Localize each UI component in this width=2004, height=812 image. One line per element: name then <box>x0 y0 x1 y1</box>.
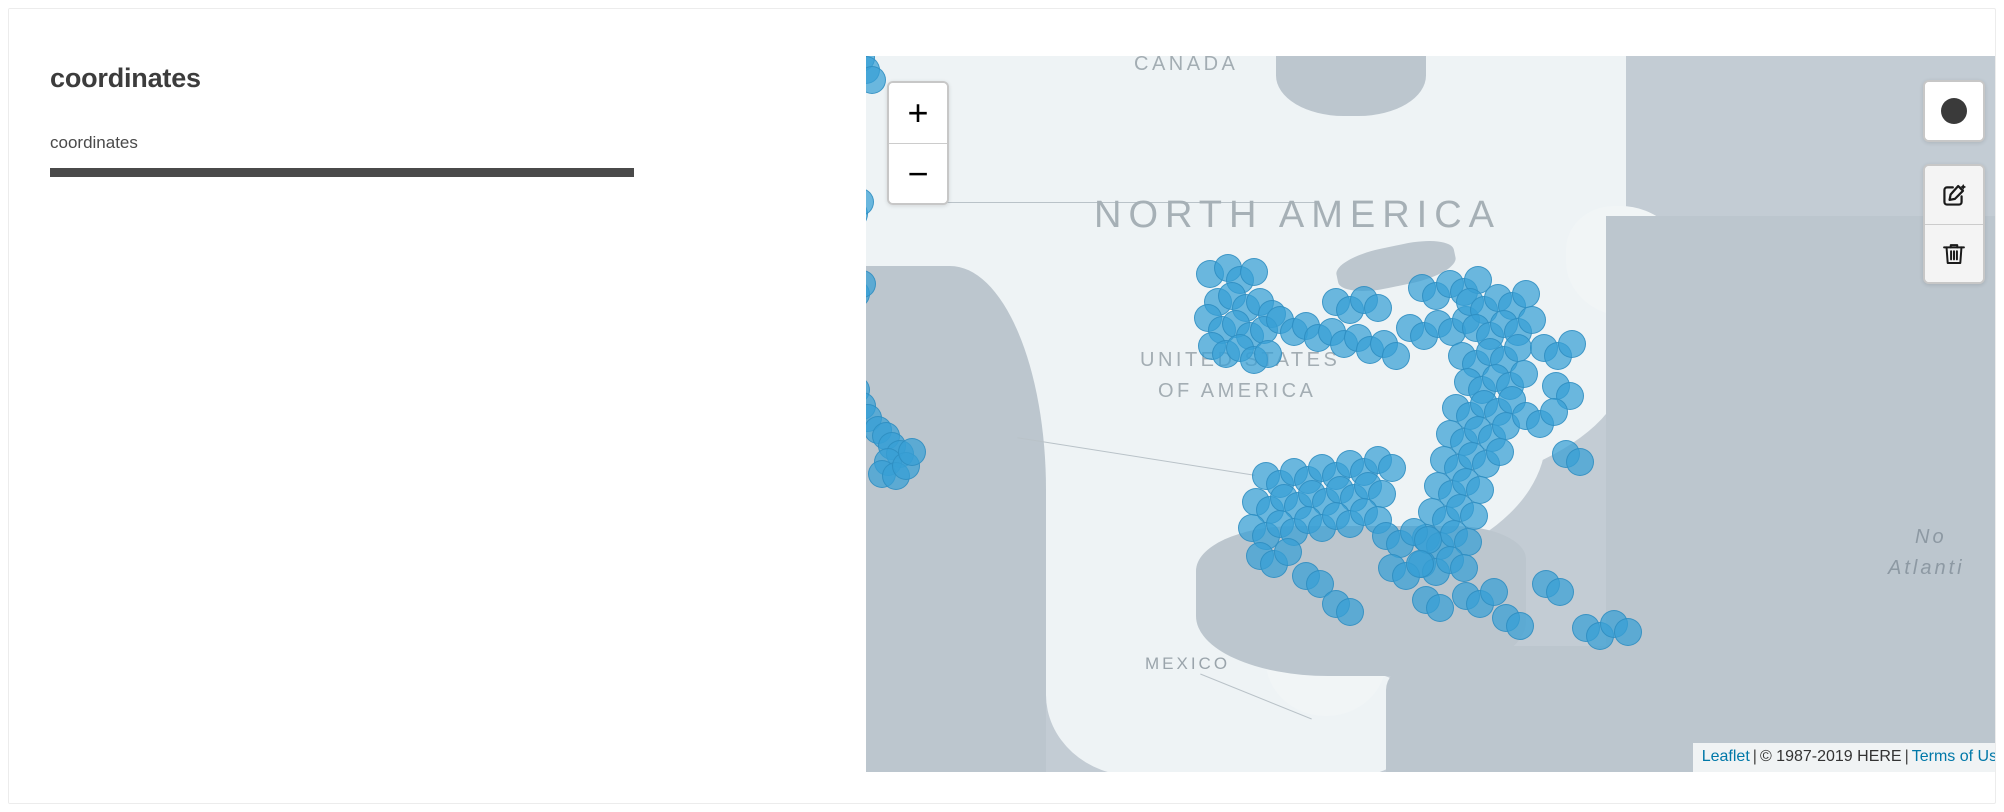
form-panel: coordinates coordinates <box>9 9 867 803</box>
map-marker[interactable] <box>1486 438 1514 466</box>
map-attribution: Leaflet|© 1987-2019 HERE|Terms of Use <box>1692 743 1995 772</box>
map-marker[interactable] <box>1382 342 1410 370</box>
delete-layers-button[interactable] <box>1925 224 1983 282</box>
map-marker[interactable] <box>1518 306 1546 334</box>
marker-layer <box>866 56 1995 772</box>
attribution-copyright: © 1987-2019 HERE <box>1759 748 1902 765</box>
circle-icon <box>1941 98 1967 124</box>
map-marker[interactable] <box>1510 360 1538 388</box>
zoom-in-button[interactable]: + <box>889 83 947 143</box>
map-marker[interactable] <box>1566 448 1594 476</box>
map-marker[interactable] <box>866 270 876 298</box>
page-card: coordinates coordinates CANADA NORTH AME… <box>8 8 1996 804</box>
coordinates-field-underline[interactable] <box>50 168 634 177</box>
map-marker[interactable] <box>1426 594 1454 622</box>
draw-circle-button[interactable] <box>1925 82 1983 140</box>
attribution-separator-2: | <box>1904 748 1909 765</box>
map-marker[interactable] <box>1240 258 1268 286</box>
map-marker[interactable] <box>1512 280 1540 308</box>
attribution-separator-1: | <box>1752 748 1757 765</box>
map-marker[interactable] <box>1378 454 1406 482</box>
coordinates-field-group: coordinates <box>50 132 634 177</box>
map-marker[interactable] <box>1406 550 1434 578</box>
trash-icon <box>1943 243 1965 264</box>
map-marker[interactable] <box>898 438 926 466</box>
map-marker[interactable] <box>1558 330 1586 358</box>
map-marker[interactable] <box>1274 538 1302 566</box>
zoom-control[interactable]: + − <box>887 81 949 205</box>
draw-control[interactable] <box>1923 80 1985 284</box>
edit-pencil-icon <box>1943 184 1967 206</box>
edit-toolbar[interactable] <box>1923 164 1985 284</box>
leaflet-link[interactable]: Leaflet <box>1702 748 1750 765</box>
map-marker[interactable] <box>1504 334 1532 362</box>
map-marker[interactable] <box>1450 554 1478 582</box>
map-marker[interactable] <box>1540 398 1568 426</box>
map-marker[interactable] <box>1506 612 1534 640</box>
map-marker[interactable] <box>866 66 886 94</box>
page-title: coordinates <box>50 63 201 93</box>
zoom-out-button[interactable]: − <box>889 143 947 203</box>
terms-of-use-link[interactable]: Terms of Use <box>1912 748 1995 765</box>
map-marker[interactable] <box>1254 340 1282 368</box>
map-container[interactable]: CANADA NORTH AMERICA UNITED STATES OF AM… <box>866 56 1995 772</box>
edit-layers-button[interactable] <box>1925 166 1983 224</box>
map-marker[interactable] <box>1480 578 1508 606</box>
map-marker[interactable] <box>1546 578 1574 606</box>
draw-toolbar[interactable] <box>1923 80 1985 142</box>
map-marker[interactable] <box>1614 618 1642 646</box>
coordinates-field-label: coordinates <box>50 133 138 152</box>
map-canvas[interactable]: CANADA NORTH AMERICA UNITED STATES OF AM… <box>866 56 1995 772</box>
map-marker[interactable] <box>1336 598 1364 626</box>
map-marker[interactable] <box>1364 294 1392 322</box>
map-marker[interactable] <box>866 188 874 216</box>
